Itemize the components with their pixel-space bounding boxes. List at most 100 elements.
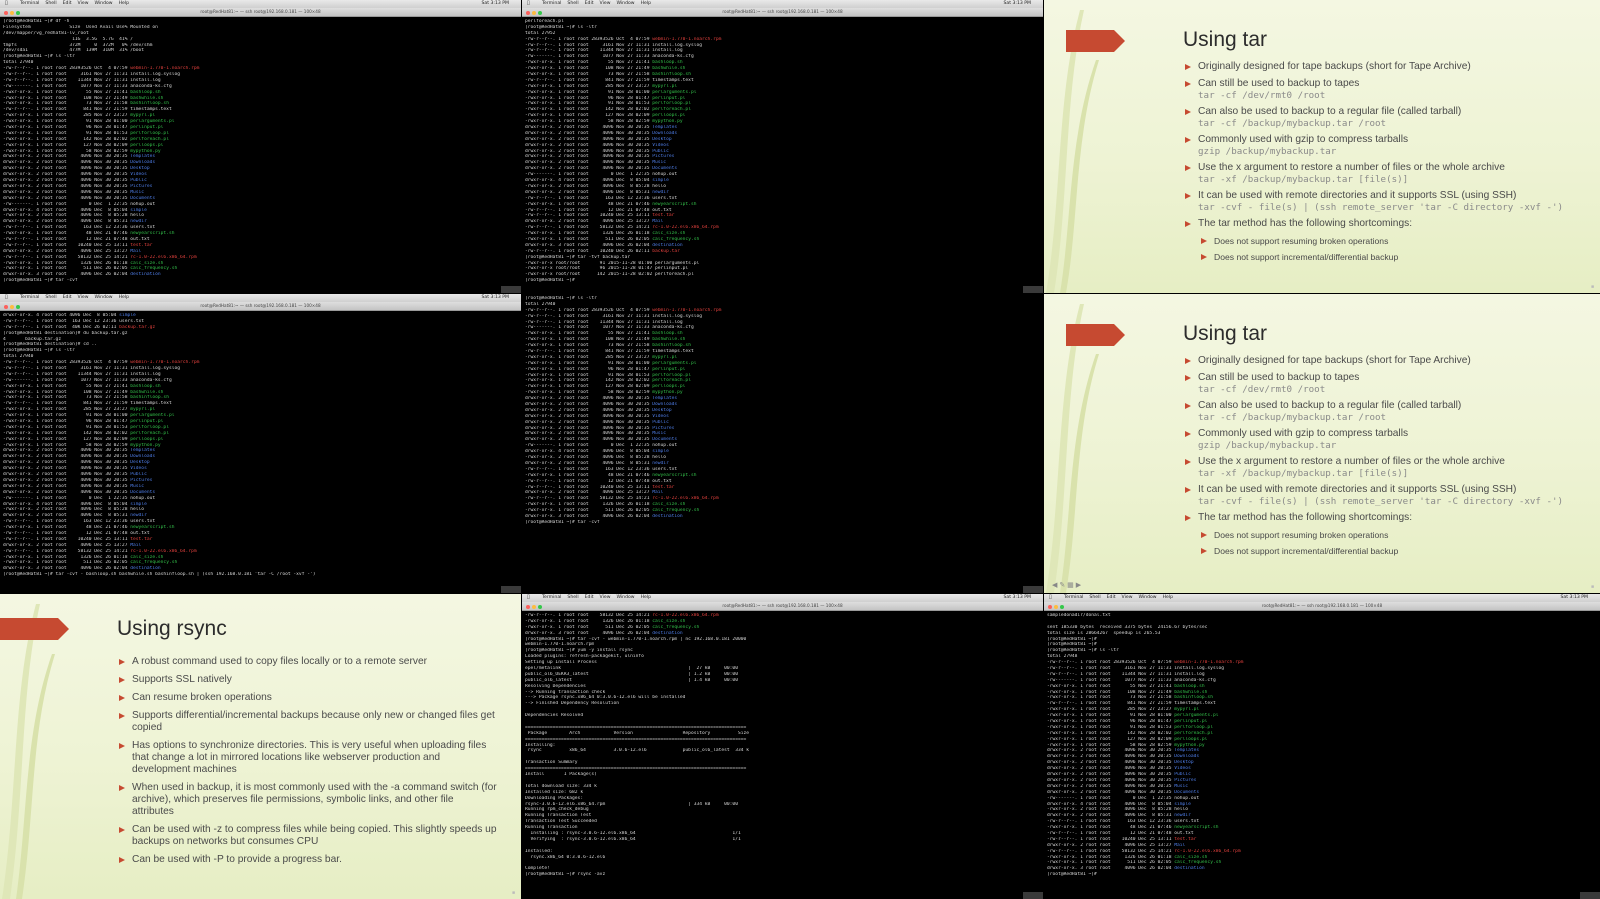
minimize-window-icon[interactable] xyxy=(532,11,536,15)
terminal-text: drwxr-xr-x. 2 root root 4096 Nov 30 20:3… xyxy=(1047,760,1175,766)
terminal-text: total 27948 xyxy=(1047,654,1078,660)
terminal-window-5[interactable]:  Terminal Shell Edit View Window Help Sat 3:13… xyxy=(522,594,1043,899)
slide-toolbar[interactable]: ◀ ✎ ▦ ▶ xyxy=(1052,581,1081,589)
menu-terminal[interactable]: Terminal xyxy=(542,1,561,6)
close-window-icon[interactable] xyxy=(1048,605,1052,609)
menu-terminal[interactable]: Terminal xyxy=(20,1,39,6)
menu-window[interactable]: Window xyxy=(1138,595,1156,600)
terminal-text: -rwxr-xr-x. 1 root root 58 Nov 28 02:59 xyxy=(1047,742,1175,748)
menu-shell[interactable]: Shell xyxy=(567,1,578,6)
menu-help[interactable]: Help xyxy=(641,1,651,6)
terminal-line: [root@RedHat81 ~]# tar -cvf xyxy=(525,520,1040,526)
terminal-text: Complete! xyxy=(525,866,550,872)
terminal-text: -rwxr-xr-x. 1 root root 48 Dec 21 07:46 xyxy=(1047,825,1175,831)
close-window-icon[interactable] xyxy=(4,305,8,309)
menu-edit[interactable]: Edit xyxy=(63,295,72,300)
zoom-window-icon[interactable] xyxy=(16,11,20,15)
terminal-output[interactable]: [root@RedHat81 ~]# df -h Filesystem Size … xyxy=(0,17,521,286)
menu-window[interactable]: Window xyxy=(616,1,634,6)
zoom-window-icon[interactable] xyxy=(1060,605,1064,609)
menu-terminal[interactable]: Terminal xyxy=(1064,595,1083,600)
terminal-text: -rwxr-xr-x. 1 root root 73 Nov 27 21:58 xyxy=(525,343,653,349)
minimize-window-icon[interactable] xyxy=(532,605,536,609)
terminal-text: perlforeach.pl xyxy=(130,430,169,436)
apple-icon[interactable]:  xyxy=(527,594,530,602)
close-window-icon[interactable] xyxy=(526,605,530,609)
zoom-window-icon[interactable] xyxy=(16,305,20,309)
menu-help[interactable]: Help xyxy=(119,1,129,6)
terminal-window-1[interactable]:  Terminal Shell Edit View Window Help Sat 3:13… xyxy=(0,0,521,293)
terminal-window-4[interactable]: [root@RedHat81 ~]# ls -ltr total 27940 -rw… xyxy=(522,294,1043,593)
menu-shell[interactable]: Shell xyxy=(1089,595,1100,600)
terminal-text: simple xyxy=(119,313,136,318)
terminal-line: [root@RedHat81 ~]# tar -cvf xyxy=(3,278,518,284)
menu-shell[interactable]: Shell xyxy=(45,295,56,300)
apple-icon[interactable]:  xyxy=(5,294,8,302)
close-window-icon[interactable] xyxy=(526,11,530,15)
terminal-text: drwxr-xr-x. 2 root root 4096 Nov 30 20:3… xyxy=(3,183,131,189)
menu-view[interactable]: View xyxy=(600,595,611,600)
menu-edit[interactable]: Edit xyxy=(585,595,594,600)
bullet-item: Originally designed for tape backups (sh… xyxy=(1184,61,1594,73)
bullet-code: gzip /backup/mybackup.tar xyxy=(1198,440,1337,451)
menu-window[interactable]: Window xyxy=(616,595,634,600)
menu-terminal[interactable]: Terminal xyxy=(20,295,39,300)
menu-terminal[interactable]: Terminal xyxy=(542,595,561,600)
terminal-text: perlarguments.pl xyxy=(130,119,175,125)
terminal-output[interactable]: -rw-r--r--. 1 root root 58132 Dec 25 14:… xyxy=(522,611,1043,880)
minimize-window-icon[interactable] xyxy=(10,305,14,309)
terminal-text: Installed: xyxy=(525,848,553,854)
menu-window[interactable]: Window xyxy=(94,295,112,300)
zoom-window-icon[interactable] xyxy=(538,11,542,15)
apple-icon[interactable]:  xyxy=(1049,594,1052,602)
minimize-window-icon[interactable] xyxy=(10,11,14,15)
menu-view[interactable]: View xyxy=(1122,595,1133,600)
terminal-text: -rwxr-xr-x. 1 root root 58 Nov 28 02:59 xyxy=(3,148,131,154)
terminal-text: total size is 28664267 speedup is 265.53 xyxy=(1047,630,1161,636)
terminal-text: Music xyxy=(652,160,667,166)
terminal-window-6[interactable]:  Terminal Shell Edit View Window Help Sat 3:13… xyxy=(1044,594,1600,899)
window-titlebar[interactable]: root@RedHat81:~ — ssh root@192.168.0.181… xyxy=(522,8,1043,17)
terminal-window-3[interactable]:  Terminal Shell Edit View Window Help Sat 3:13… xyxy=(0,294,521,593)
terminal-output[interactable]: perlforeach.pl [root@RedHat81 ~]# ls -ltr… xyxy=(522,17,1043,286)
terminal-text: tmpfs 372M 0 372M 0% /dev/shm xyxy=(3,42,153,48)
menu-view[interactable]: View xyxy=(78,295,89,300)
window-titlebar[interactable]: root@RedHat81:~ — ssh root@192.168.0.181… xyxy=(0,302,521,311)
bullet-item: It can be used with remote directories a… xyxy=(1184,190,1594,213)
terminal-text: [root@RedHat81 ~]# tar -cvf - webmin-1.7… xyxy=(525,636,747,642)
terminal-text: rsync.x86_64 0:3.0.6-12.el6 xyxy=(525,854,606,860)
menu-shell[interactable]: Shell xyxy=(567,595,578,600)
terminal-text: drwxr-xr-x. 2 root root 4096 Nov 30 20:3… xyxy=(3,477,131,483)
terminal-text: drwxr-xr-x. 2 root root 4096 Dec 8 05:31 xyxy=(525,460,653,466)
terminal-text: drwxr-xr-x. 2 root root 4096 Nov 30 20:3… xyxy=(525,407,653,413)
menu-help[interactable]: Help xyxy=(119,295,129,300)
window-titlebar[interactable]: root@RedHat81:~ — ssh root@192.168.0.181… xyxy=(0,8,521,17)
apple-icon[interactable]:  xyxy=(527,0,530,8)
sub-bullet-item: Does not support incremental/differentia… xyxy=(1184,251,1594,263)
terminal-text: -rwxr-xr-x. 1 root root 127 Nov 28 02:09 xyxy=(1047,736,1175,742)
menu-edit[interactable]: Edit xyxy=(63,1,72,6)
window-titlebar[interactable]: root@RedHat81:~ — ssh root@192.168.0.181… xyxy=(522,602,1043,611)
menu-shell[interactable]: Shell xyxy=(45,1,56,6)
menu-view[interactable]: View xyxy=(78,1,89,6)
menu-window[interactable]: Window xyxy=(94,1,112,6)
menu-edit[interactable]: Edit xyxy=(1107,595,1116,600)
menu-view[interactable]: View xyxy=(600,1,611,6)
terminal-output[interactable]: sampledonadir/donal.txt sent 185330 bytes… xyxy=(1044,611,1600,880)
menu-edit[interactable]: Edit xyxy=(585,1,594,6)
terminal-output[interactable]: drwxr-xr-x. 4 root root 4096 Dec 8 05:04… xyxy=(0,311,521,580)
apple-icon[interactable]:  xyxy=(5,0,8,8)
window-titlebar[interactable]: root@RedHat81:~ — ssh root@192.168.0.181… xyxy=(1044,602,1600,611)
terminal-text: -rwxr-xr-x. 1 root root 108 Nov 27 21:49 xyxy=(3,95,131,101)
menu-help[interactable]: Help xyxy=(1163,595,1173,600)
terminal-text: -rwxr-xr-x. 1 root root 58 Nov 28 02:59 xyxy=(525,390,653,396)
terminal-line: [root@RedHat81 ~]# rsync -avz xyxy=(525,872,1040,878)
minimize-window-icon[interactable] xyxy=(1054,605,1058,609)
terminal-text: -rwxr-xr-x. 1 root root 55 Nov 27 21:41 xyxy=(525,331,653,337)
menu-help[interactable]: Help xyxy=(641,595,651,600)
zoom-window-icon[interactable] xyxy=(538,605,542,609)
terminal-window-2[interactable]:  Terminal Shell Edit View Window Help Sat 3:13… xyxy=(522,0,1043,293)
close-window-icon[interactable] xyxy=(4,11,8,15)
terminal-output[interactable]: [root@RedHat81 ~]# ls -ltr total 27940 -rw… xyxy=(522,294,1043,528)
terminal-text: bashwhile.sh xyxy=(652,337,686,343)
